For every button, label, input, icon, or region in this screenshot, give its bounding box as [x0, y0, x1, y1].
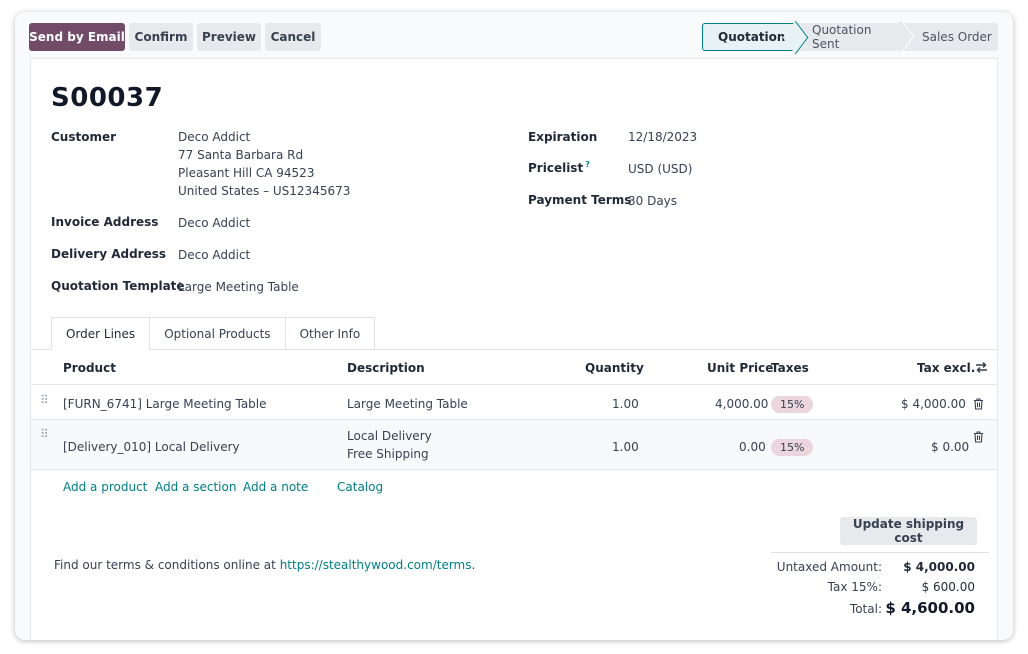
tax-label: Tax 15%: — [827, 580, 882, 594]
row-description-line2: Free Shipping — [347, 447, 429, 461]
tab-optional-products[interactable]: Optional Products — [150, 317, 286, 350]
untaxed-amount-label: Untaxed Amount: — [776, 560, 882, 574]
customer-label: Customer — [51, 130, 117, 144]
tax-value: $ 600.00 — [921, 580, 975, 594]
row-unit-price[interactable]: 0.00 — [739, 438, 766, 456]
customer-address-line2: Pleasant Hill CA 94523 — [178, 166, 315, 180]
row-quantity[interactable]: 1.00 — [612, 438, 639, 456]
quotation-template-label: Quotation Template — [51, 279, 185, 293]
trash-icon[interactable] — [973, 398, 984, 410]
update-shipping-cost-button[interactable]: Update shipping cost — [840, 517, 977, 545]
terms-suffix: . — [471, 558, 476, 572]
stage-quotation[interactable]: Quotation — [702, 23, 794, 51]
column-toggle-icon[interactable] — [975, 361, 988, 374]
payment-terms-field[interactable]: 30 Days — [628, 192, 677, 210]
row-quantity[interactable]: 1.00 — [612, 395, 639, 413]
invoice-address-field[interactable]: Deco Addict — [178, 214, 250, 232]
delivery-address-field[interactable]: Deco Addict — [178, 246, 250, 264]
trash-icon[interactable] — [973, 431, 984, 443]
tax-badge[interactable]: 15% — [771, 439, 814, 456]
form-sheet: S00037 Customer Deco Addict 77 Santa Bar… — [30, 58, 998, 640]
column-tax-excl[interactable]: Tax excl. — [917, 361, 975, 375]
add-note-link[interactable]: Add a note — [243, 480, 308, 494]
untaxed-amount-value: $ 4,000.00 — [903, 560, 975, 574]
invoice-address-label: Invoice Address — [51, 215, 159, 229]
row-description[interactable]: Local Delivery Free Shipping — [347, 427, 432, 463]
column-taxes[interactable]: Taxes — [771, 361, 809, 375]
row-unit-price[interactable]: 4,000.00 — [715, 395, 768, 413]
quotation-template-field[interactable]: Large Meeting Table — [178, 278, 299, 296]
help-icon[interactable]: ? — [585, 160, 590, 169]
customer-field[interactable]: Deco Addict 77 Santa Barbara Rd Pleasant… — [178, 128, 350, 200]
preview-button[interactable]: Preview — [197, 23, 261, 51]
expiration-label: Expiration — [528, 130, 598, 144]
column-unit-price[interactable]: Unit Price — [707, 361, 773, 375]
row-description-line1: Local Delivery — [347, 429, 432, 443]
drag-handle-icon[interactable]: ⠿ — [40, 393, 49, 407]
column-quantity[interactable]: Quantity — [585, 361, 644, 375]
record-title: S00037 — [51, 83, 164, 113]
total-value: $ 4,600.00 — [885, 599, 975, 617]
add-product-link[interactable]: Add a product — [63, 480, 147, 494]
catalog-link[interactable]: Catalog — [337, 480, 383, 494]
row-product[interactable]: [Delivery_010] Local Delivery — [63, 438, 240, 456]
confirm-button[interactable]: Confirm — [129, 23, 193, 51]
column-product[interactable]: Product — [63, 361, 116, 375]
pricelist-label-text: Pricelist — [528, 161, 584, 175]
notebook-tabs: Order Lines Optional Products Other Info — [51, 317, 376, 350]
row-product[interactable]: [FURN_6741] Large Meeting Table — [63, 395, 267, 413]
customer-address-line3: United States – US12345673 — [178, 184, 351, 198]
stage-sales-order[interactable]: Sales Order — [902, 23, 998, 51]
delivery-address-label: Delivery Address — [51, 247, 167, 261]
row-subtotal: $ 4,000.00 — [901, 397, 966, 411]
terms-note: Find our terms & conditions online at ht… — [54, 558, 475, 572]
row-divider — [31, 469, 997, 470]
tab-other-info[interactable]: Other Info — [285, 317, 376, 350]
terms-text: Find our terms & conditions online at — [54, 558, 280, 572]
drag-handle-icon[interactable]: ⠿ — [40, 427, 49, 441]
header-divider — [31, 384, 997, 385]
payment-terms-label: Payment Terms — [528, 193, 632, 207]
cancel-button[interactable]: Cancel — [265, 23, 321, 51]
stage-quotation-sent[interactable]: Quotation Sent — [794, 23, 902, 51]
customer-address-line1: 77 Santa Barbara Rd — [178, 148, 304, 162]
add-section-link[interactable]: Add a section — [155, 480, 236, 494]
send-by-email-button[interactable]: Send by Email — [29, 23, 125, 51]
expiration-field[interactable]: 12/18/2023 — [628, 128, 697, 146]
customer-name: Deco Addict — [178, 130, 251, 144]
pricelist-label: Pricelist? — [528, 160, 590, 175]
pricelist-field[interactable]: USD (USD) — [628, 160, 692, 178]
row-subtotal: $ 0.00 — [931, 440, 970, 454]
terms-link[interactable]: https://stealthywood.com/terms — [280, 558, 472, 572]
status-bar: Quotation Quotation Sent Sales Order — [702, 23, 998, 51]
row-description[interactable]: Large Meeting Table — [347, 395, 468, 413]
tax-badge[interactable]: 15% — [771, 396, 814, 413]
total-label: Total: — [849, 602, 882, 616]
totals-divider — [771, 552, 989, 553]
app-window: Send by Email Confirm Preview Cancel Quo… — [15, 12, 1013, 640]
column-description[interactable]: Description — [347, 361, 425, 375]
tab-order-lines[interactable]: Order Lines — [51, 317, 151, 350]
